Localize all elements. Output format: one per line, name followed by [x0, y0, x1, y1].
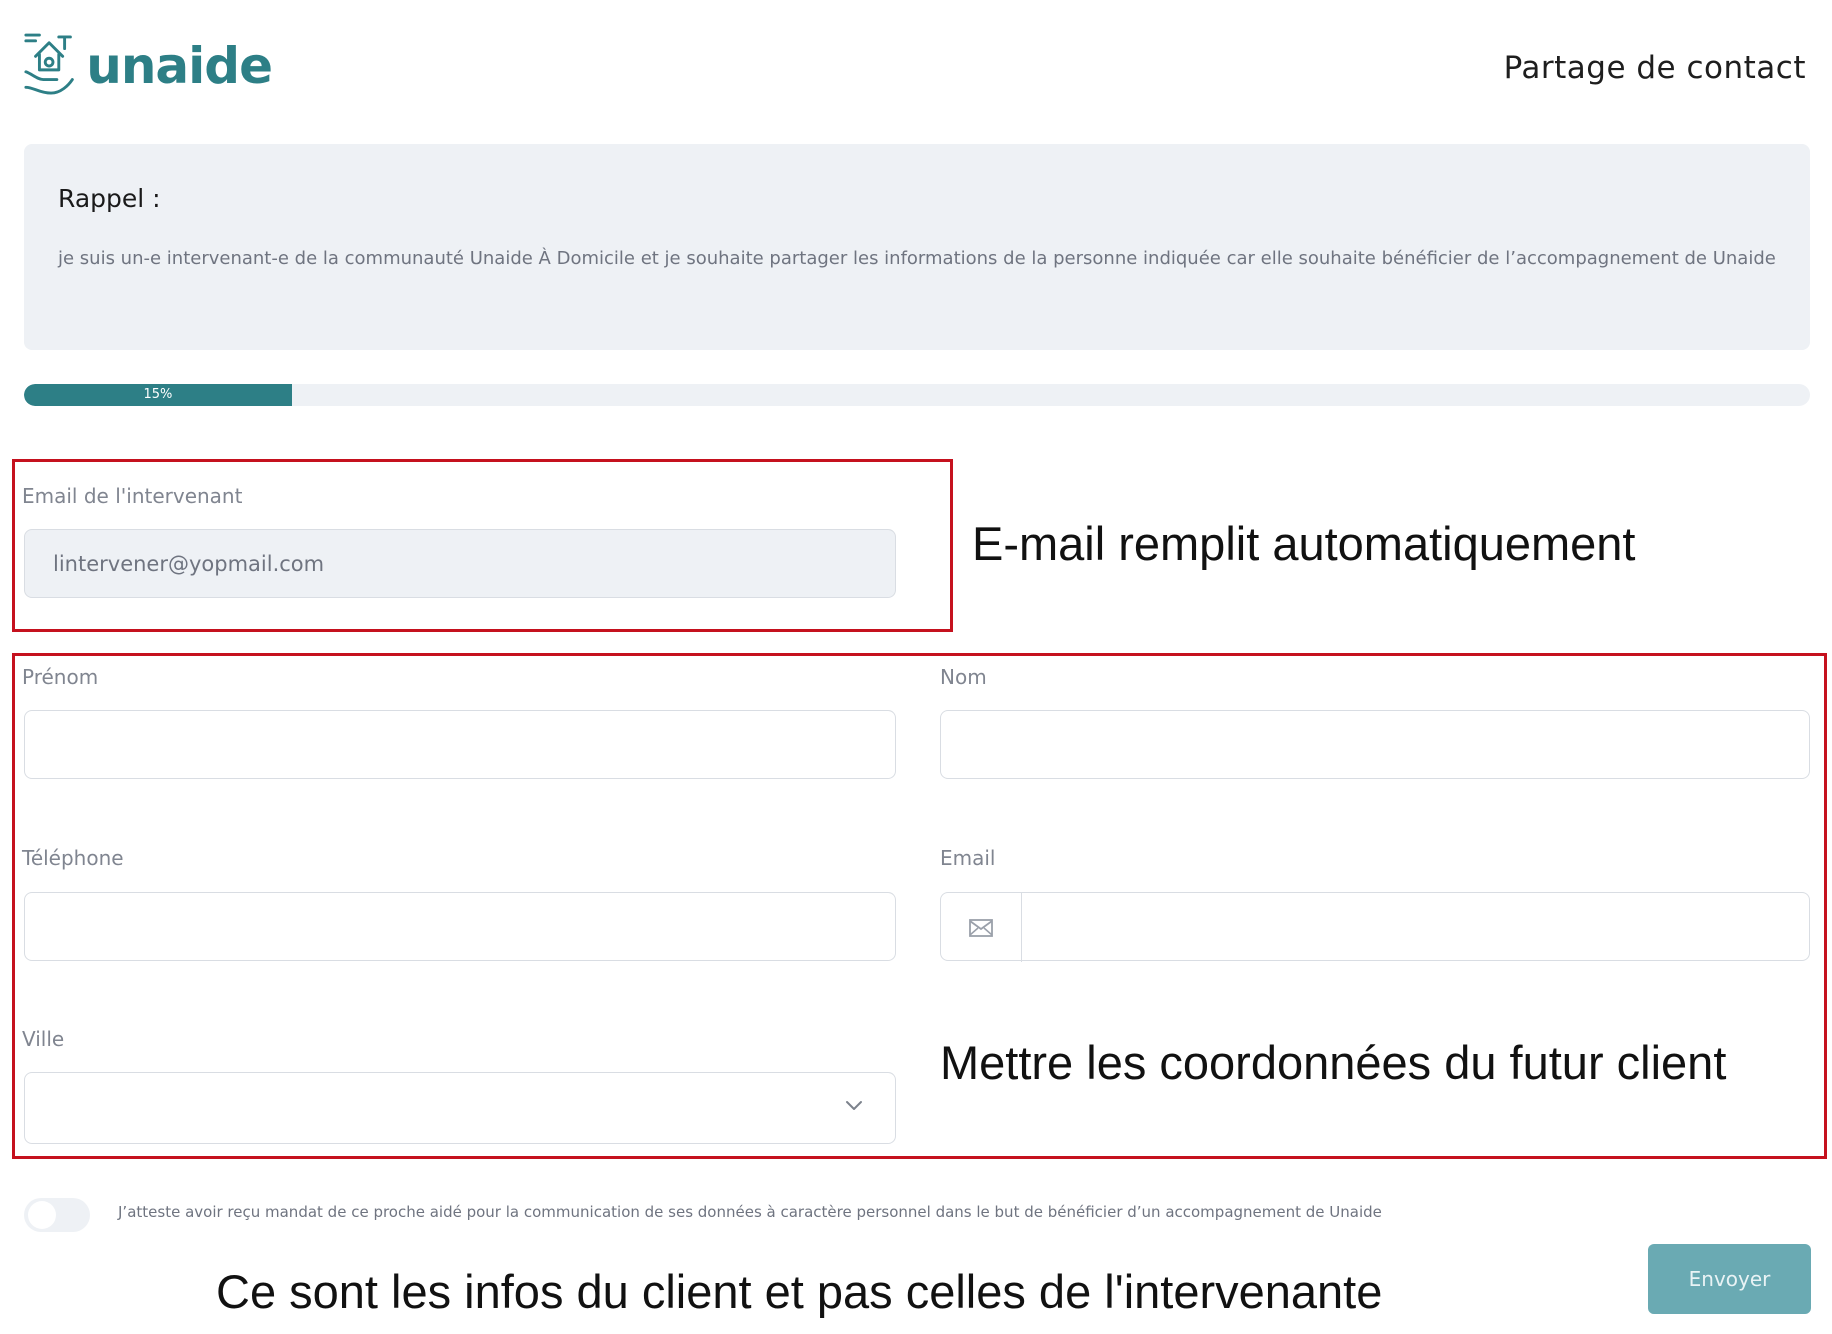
reminder-panel: Rappel : je suis un-e intervenant-e de l…: [24, 144, 1810, 350]
consent-text: J’atteste avoir reçu mandat de ce proche…: [118, 1203, 1382, 1221]
toggle-knob: [28, 1201, 56, 1229]
hands-house-logo-icon: [24, 33, 74, 95]
consent-toggle[interactable]: [24, 1198, 90, 1232]
progress-bar: 15%: [24, 384, 1810, 406]
reminder-heading: Rappel :: [58, 184, 161, 213]
reminder-text: je suis un-e intervenant-e de la communa…: [58, 248, 1776, 269]
brand-name: unaide: [86, 37, 273, 95]
annotation-box-intervenant-email: [12, 459, 953, 632]
annotation-client-coords: Mettre les coordonnées du futur client: [940, 1036, 1727, 1089]
progress-fill: 15%: [24, 384, 292, 406]
annotation-client-info: Ce sont les infos du client et pas celle…: [216, 1265, 1383, 1318]
send-button[interactable]: Envoyer: [1648, 1244, 1811, 1314]
annotation-email-auto: E-mail remplit automatiquement: [972, 517, 1636, 570]
brand-logo[interactable]: unaide: [22, 28, 273, 104]
page-title: Partage de contact: [1503, 50, 1806, 86]
